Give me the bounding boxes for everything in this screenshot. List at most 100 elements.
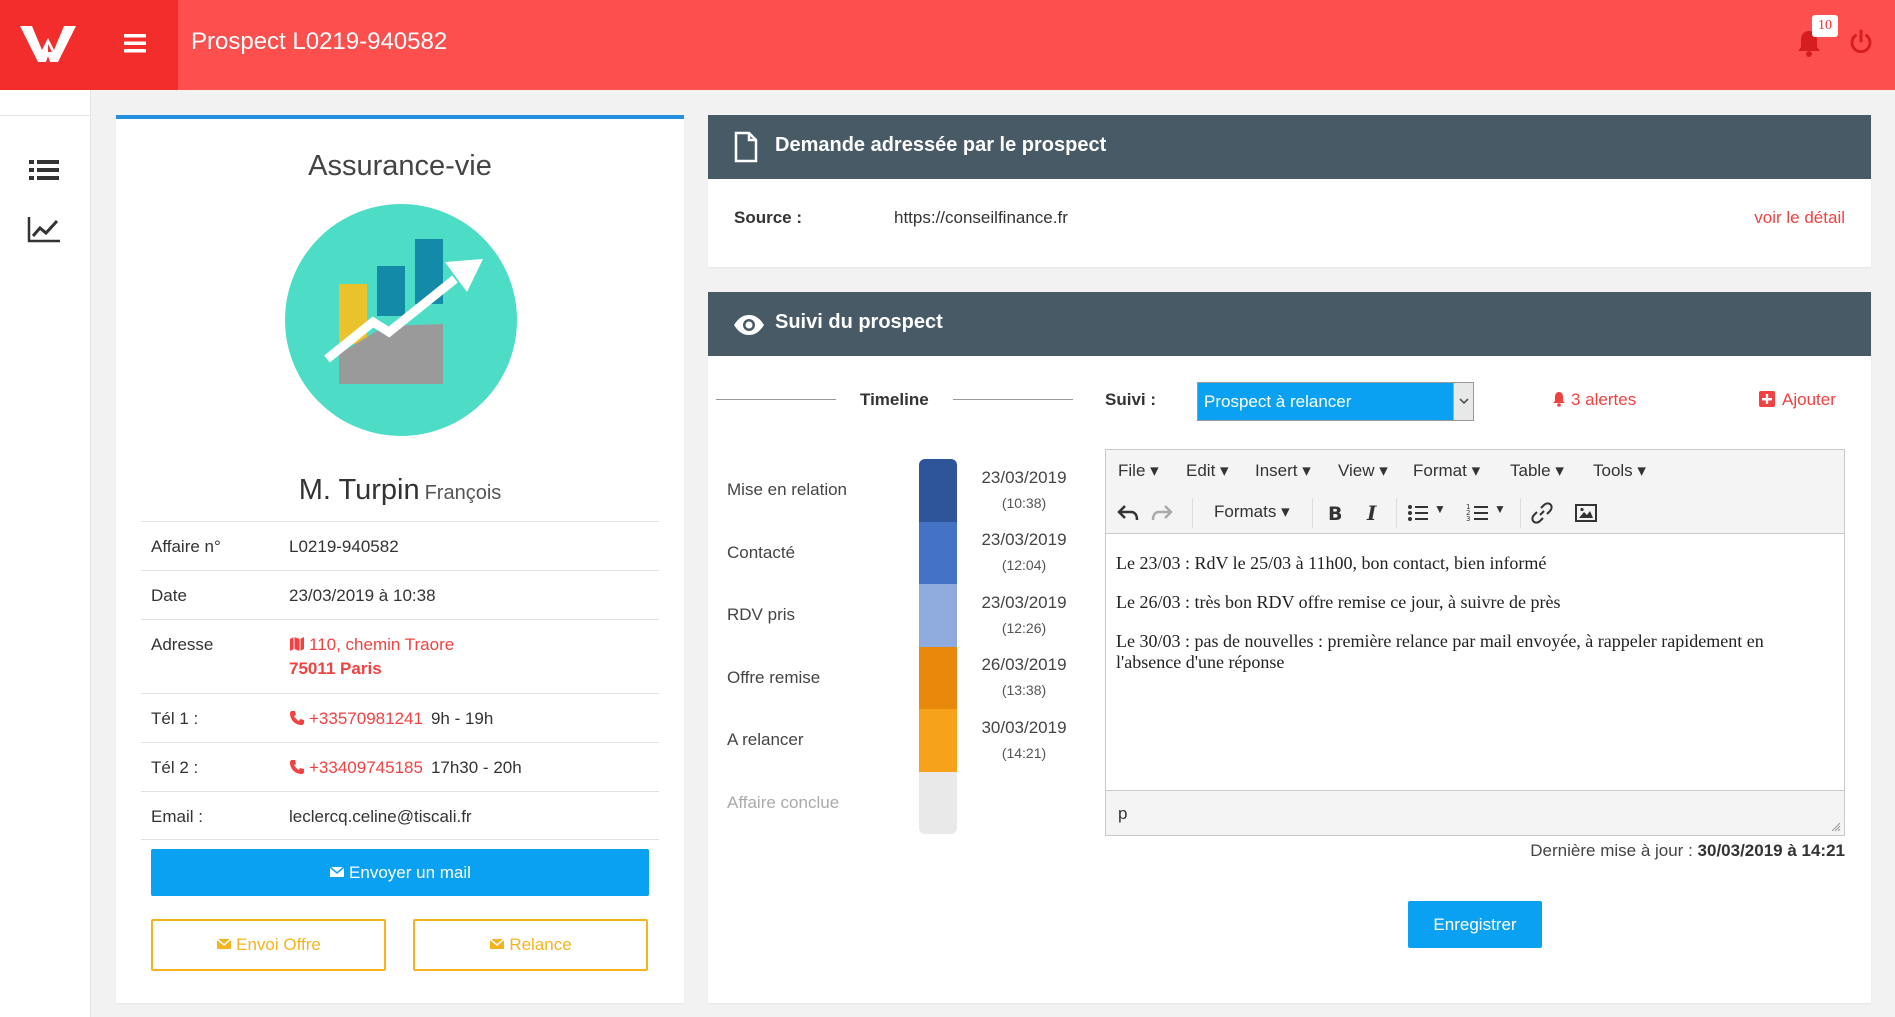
note-line: Le 26/03 : très bon RDV offre remise ce … — [1116, 592, 1561, 612]
adresse-line1: 110, chemin Traore — [309, 635, 455, 654]
element-path: p — [1118, 804, 1128, 823]
redo-icon[interactable] — [1150, 501, 1174, 525]
step-date: 30/03/2019 — [981, 718, 1067, 737]
date-value: 23/03/2019 à 10:38 — [289, 586, 436, 605]
prospect-info-table: Affaire n° L0219-940582 Date 23/03/2019 … — [141, 521, 659, 840]
tel1-label: Tél 1 : — [151, 709, 199, 728]
svg-text:3: 3 — [1466, 515, 1470, 523]
undo-icon[interactable] — [1116, 501, 1140, 525]
numbered-list-icon[interactable]: 123 — [1466, 501, 1490, 525]
timeline-rule-left — [716, 399, 836, 400]
formats-dropdown[interactable]: Formats ▾ — [1214, 502, 1290, 522]
step-time: (12:26) — [1001, 620, 1047, 636]
menu-icon[interactable] — [122, 30, 148, 56]
timeline-segment — [919, 584, 957, 647]
menu-edit[interactable]: Edit ▾ — [1186, 461, 1229, 481]
step-label: Offre remise — [727, 668, 821, 687]
tel1-hours: 9h - 19h — [430, 709, 494, 728]
prospect-lastname: M. Turpin — [298, 474, 420, 506]
alerts-count: 3 alertes — [1571, 390, 1637, 409]
editor-menubar: File ▾ Edit ▾ Insert ▾ View ▾ Format ▾ T… — [1106, 450, 1844, 490]
phone-icon — [290, 711, 304, 725]
image-icon[interactable] — [1574, 501, 1598, 525]
svg-text:B: B — [1328, 503, 1342, 525]
step-date: 23/03/2019 — [981, 530, 1067, 549]
send-offer-label: Envoi Offre — [236, 935, 321, 954]
toolbar-divider — [1192, 498, 1193, 528]
last-update-label: Dernière mise à jour : — [1530, 841, 1693, 860]
email-value: leclercq.celine@tiscali.fr — [289, 807, 472, 826]
alerts-link[interactable]: 3 alertes — [1551, 390, 1636, 410]
eye-icon — [734, 315, 764, 335]
chevron-down-icon[interactable]: ▼ — [1434, 502, 1446, 516]
email-label: Email : — [151, 807, 203, 826]
italic-icon[interactable]: I — [1360, 501, 1384, 525]
prospect-name: M. Turpin François — [116, 474, 684, 507]
request-title: Demande adressée par le prospect — [775, 134, 1107, 156]
reminder-button[interactable]: Relance — [413, 919, 648, 971]
bullet-list-icon[interactable] — [1406, 501, 1430, 525]
step-label: Affaire conclue — [727, 793, 840, 812]
growth-chart-illustration — [285, 204, 517, 436]
step-date: 23/03/2019 — [981, 593, 1067, 612]
last-update-value: 30/03/2019 à 14:21 — [1697, 841, 1845, 860]
timeline-label: Timeline — [860, 390, 929, 409]
tel1-link[interactable]: +33570981241 — [309, 709, 423, 728]
info-row-date: Date 23/03/2019 à 10:38 — [141, 570, 659, 619]
timeline-segment — [919, 709, 957, 772]
reminder-label: Relance — [509, 935, 572, 954]
link-icon[interactable] — [1530, 501, 1554, 525]
timeline-rule-right — [953, 399, 1073, 400]
menu-file[interactable]: File ▾ — [1118, 461, 1159, 481]
menu-view[interactable]: View ▾ — [1338, 461, 1388, 481]
step-time: (12:04) — [1001, 557, 1047, 573]
info-row-adresse: Adresse 110, chemin Traore 75011 Paris — [141, 619, 659, 693]
resize-handle-icon[interactable] — [1831, 822, 1841, 832]
page-title: Prospect L0219-940582 — [191, 28, 448, 55]
envelope-icon — [216, 938, 232, 949]
rich-text-editor: File ▾ Edit ▾ Insert ▾ View ▾ Format ▾ T… — [1105, 449, 1845, 836]
power-icon[interactable] — [1847, 28, 1875, 56]
see-detail-link[interactable]: voir le détail — [1754, 208, 1845, 228]
editor-content[interactable]: Le 23/03 : RdV le 25/03 à 11h00, bon con… — [1116, 553, 1826, 691]
list-icon[interactable] — [26, 155, 62, 185]
envelope-icon — [329, 866, 345, 877]
affaire-value: L0219-940582 — [289, 537, 399, 556]
line-chart-icon[interactable] — [26, 214, 62, 244]
bold-icon[interactable]: B — [1322, 501, 1346, 525]
phone-icon — [290, 760, 304, 774]
save-button[interactable]: Enregistrer — [1408, 901, 1542, 948]
menu-insert[interactable]: Insert ▾ — [1255, 461, 1311, 481]
toolbar-divider — [1396, 498, 1397, 528]
adresse-label: Adresse — [151, 635, 214, 654]
send-offer-button[interactable]: Envoi Offre — [151, 919, 386, 971]
last-update: Dernière mise à jour : 30/03/2019 à 14:2… — [1530, 841, 1845, 861]
status-select[interactable]: Prospect à relancer — [1197, 382, 1474, 421]
date-label: Date — [151, 586, 187, 605]
send-mail-button[interactable]: Envoyer un mail — [151, 849, 649, 896]
chevron-down-icon — [1459, 398, 1469, 405]
menu-table[interactable]: Table ▾ — [1510, 461, 1564, 481]
adresse-link[interactable]: 110, chemin Traore 75011 Paris — [289, 635, 454, 679]
step-label: A relancer — [727, 730, 804, 749]
info-row-tel1: Tél 1 : +33570981241 9h - 19h — [141, 693, 659, 742]
tel2-link[interactable]: +33409745185 — [309, 758, 423, 777]
select-caret — [1453, 383, 1473, 420]
menu-format[interactable]: Format ▾ — [1413, 461, 1480, 481]
adresse-line2: 75011 Paris — [289, 659, 382, 678]
plus-square-icon — [1759, 391, 1775, 407]
tel2-hours: 17h30 - 20h — [430, 758, 522, 777]
chevron-down-icon[interactable]: ▼ — [1494, 502, 1506, 516]
add-button[interactable]: Ajouter — [1759, 390, 1836, 410]
timeline-segment — [919, 459, 957, 522]
request-header: Demande adressée par le prospect — [708, 115, 1871, 179]
info-row-email: Email : leclercq.celine@tiscali.fr — [141, 791, 659, 840]
toolbar-divider — [1312, 498, 1313, 528]
step-time: (10:38) — [1001, 495, 1047, 511]
tel1-field: +33570981241 9h - 19h — [289, 709, 493, 729]
add-label: Ajouter — [1782, 390, 1836, 409]
timeline-segment — [919, 772, 957, 834]
menu-tools[interactable]: Tools ▾ — [1593, 461, 1646, 481]
step-label: RDV pris — [727, 605, 796, 624]
brand-logo[interactable] — [18, 22, 78, 66]
